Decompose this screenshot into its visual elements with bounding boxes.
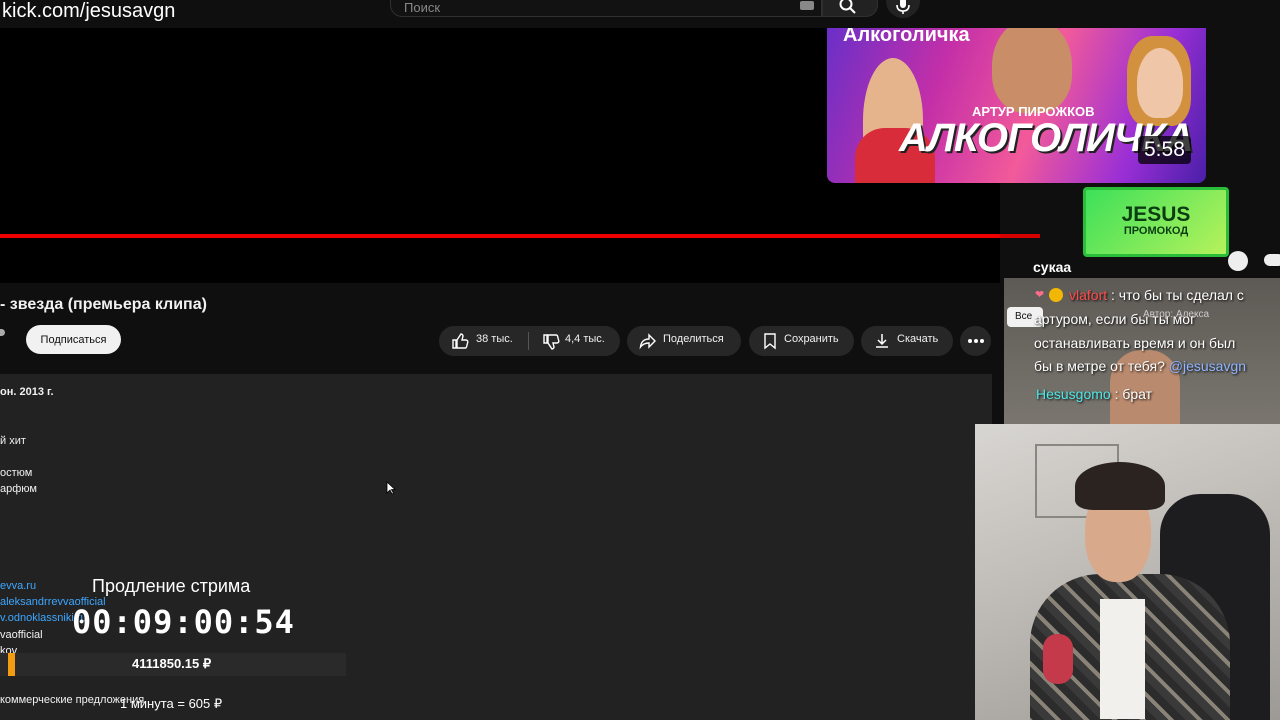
autoplay-toggle[interactable] — [1264, 254, 1280, 266]
chat-text: что бы ты сделал с — [1118, 287, 1244, 303]
description-date: он. 2013 г. — [0, 386, 54, 398]
thumbnail-person-center — [992, 28, 1072, 113]
heart-icon: ❤ — [1035, 289, 1045, 301]
thumbnail-title-top: Алкоголичка — [843, 28, 970, 46]
description-link[interactable]: evva.ru — [0, 580, 36, 592]
chat-username[interactable]: vlafort — [1069, 287, 1107, 303]
webcam-microphone — [1043, 634, 1073, 684]
chat-text: бы в метре от тебя? — [1034, 358, 1165, 374]
video-title: - звезда (премьера клипа) — [0, 296, 207, 313]
chat-message-continued: бы в метре от тебя? @jesusavgn — [1034, 358, 1246, 374]
search-placeholder: Поиск — [404, 0, 441, 15]
chat-message: Hesusgomo : брат — [1036, 386, 1152, 402]
donation-total: 4111850.15 ₽ — [132, 656, 212, 671]
channel-avatar[interactable] — [0, 329, 5, 336]
share-icon — [639, 333, 656, 350]
description-line: арфюм — [0, 483, 37, 495]
chat-text: брат — [1122, 386, 1153, 402]
subscribe-button[interactable]: Подписаться — [26, 325, 121, 354]
share-label[interactable]: Поделиться — [663, 333, 724, 345]
chat-separator: : — [1110, 386, 1123, 402]
chat-message: vlafort : что бы ты сделал с — [1069, 287, 1244, 303]
webcam-person-shirt — [1100, 599, 1145, 719]
stream-timer: 00:09:00:54 — [72, 603, 295, 641]
thumbnail-person-right — [1137, 48, 1183, 118]
promo-subtitle: ПРОМОКОД — [1123, 225, 1189, 237]
chat-mention[interactable]: @jesusavgn — [1169, 358, 1246, 374]
like-separator — [528, 332, 529, 350]
video-progress-bar-end — [1000, 234, 1040, 238]
video-duration-badge: 5:58 — [1138, 136, 1191, 164]
description-line: остюм — [0, 467, 33, 479]
stream-extension-label: Продление стрима — [92, 576, 251, 596]
download-icon — [876, 334, 888, 348]
badge-icon — [1049, 288, 1063, 302]
microphone-icon — [896, 0, 910, 14]
download-label[interactable]: Скачать — [897, 333, 938, 345]
donation-progress-fill — [8, 653, 15, 676]
search-icon — [839, 0, 856, 14]
search-input[interactable] — [390, 0, 822, 17]
promo-name: JESUS — [1121, 203, 1191, 226]
chat-separator: : — [1107, 287, 1119, 303]
chat-message-continued: артуром, если бы ты мог — [1034, 311, 1196, 327]
chat-filter-all-label: Все — [1015, 311, 1033, 322]
like-count[interactable]: 38 тыс. — [476, 333, 513, 345]
keyboard-icon[interactable] — [800, 1, 814, 10]
thumbs-up-icon[interactable] — [451, 332, 469, 350]
stream-url-overlay: kick.com/jesusavgn — [2, 0, 176, 22]
chat-message-header: сукаа — [1033, 259, 1072, 275]
streamer-webcam — [975, 424, 1280, 720]
chat-message-continued: останавливать время и он был — [1034, 335, 1236, 351]
bookmark-icon — [764, 333, 776, 350]
webcam-person-hair — [1075, 462, 1165, 510]
play-icon[interactable] — [1228, 251, 1248, 271]
save-label[interactable]: Сохранить — [784, 333, 839, 345]
video-progress-bar[interactable] — [0, 234, 1000, 238]
more-horizontal-icon — [968, 339, 984, 343]
chat-username[interactable]: Hesusgomo — [1036, 386, 1111, 402]
mouse-cursor-icon — [386, 481, 396, 495]
donation-rate: 1 минута = 605 ₽ — [120, 696, 223, 711]
description-line: й хит — [0, 435, 26, 447]
thumbs-down-icon[interactable] — [542, 333, 560, 351]
dislike-count[interactable]: 4,4 тыс. — [565, 333, 605, 345]
description-line: vaofficial — [0, 629, 43, 641]
